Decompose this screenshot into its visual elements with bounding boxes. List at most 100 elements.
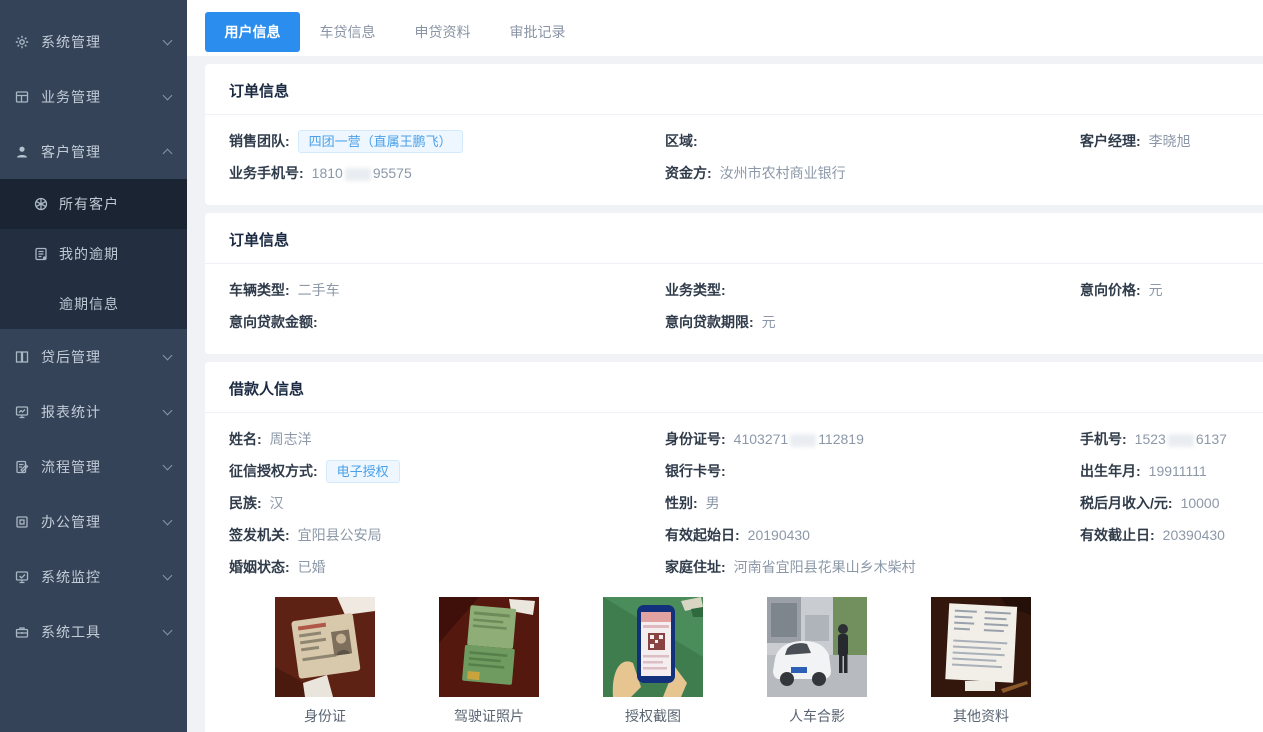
photo-item: 驾驶证照片 xyxy=(439,597,539,726)
field-label: 有效起始日: xyxy=(665,525,740,545)
field-value: 汉 xyxy=(270,493,284,513)
grid-icon xyxy=(14,89,30,105)
sidebar-item-business-management[interactable]: 业务管理 xyxy=(0,69,187,124)
monitor-check-icon xyxy=(14,569,30,585)
chevron-down-icon xyxy=(163,625,173,635)
redacted-blur xyxy=(1168,434,1194,447)
sidebar-item-system-tools[interactable]: 系统工具 xyxy=(0,604,187,659)
borrower-info-card: 借款人信息 姓名: 周志洋 身份证号: 4103271112819 手机号: 1… xyxy=(205,362,1263,732)
tab-bar: 用户信息 车贷信息 申贷资料 审批记录 xyxy=(187,0,1263,56)
chevron-down-icon xyxy=(163,90,173,100)
sidebar-item-label: 我的逾期 xyxy=(59,244,119,264)
chevron-down-icon xyxy=(163,405,173,415)
field-label: 销售团队: xyxy=(229,131,290,151)
photo-qr-authorization[interactable] xyxy=(603,597,703,697)
field-label: 手机号: xyxy=(1080,429,1127,449)
redacted-blur xyxy=(790,434,816,447)
field-label: 身份证号: xyxy=(665,429,726,449)
sidebar-item-label: 客户管理 xyxy=(41,142,164,162)
sales-team-tag[interactable]: 四团一营（直属王鹏飞） xyxy=(298,130,463,153)
field-label: 客户经理: xyxy=(1080,131,1141,151)
user-icon xyxy=(14,144,30,160)
sidebar-item-customer-management[interactable]: 客户管理 xyxy=(0,124,187,179)
field-label: 签发机关: xyxy=(229,525,290,545)
field-value: 4103271112819 xyxy=(734,431,864,447)
card-title: 借款人信息 xyxy=(205,362,1263,413)
field-label: 区域: xyxy=(665,131,698,151)
chevron-down-icon xyxy=(163,515,173,525)
photo-caption: 人车合影 xyxy=(767,706,867,726)
sidebar-item-system-management[interactable]: 系统管理 xyxy=(0,14,187,69)
main-content: 用户信息 车贷信息 申贷资料 审批记录 订单信息 销售团队: 四团一营（直属王鹏… xyxy=(187,0,1263,732)
sidebar-item-office-management[interactable]: 办公管理 xyxy=(0,494,187,549)
photo-caption: 其他资料 xyxy=(931,706,1031,726)
sidebar-item-label: 所有客户 xyxy=(59,194,119,214)
order-info-card: 订单信息 销售团队: 四团一营（直属王鹏飞） 区域: 客户经理: 李晓旭 xyxy=(205,64,1263,205)
tab-approval-records[interactable]: 审批记录 xyxy=(490,12,585,52)
field-label: 税后月收入/元: xyxy=(1080,493,1173,513)
sidebar-item-label: 业务管理 xyxy=(41,87,164,107)
photo-person-car[interactable] xyxy=(767,597,867,697)
photo-id-card[interactable] xyxy=(275,597,375,697)
sidebar-item-postloan-management[interactable]: 贷后管理 xyxy=(0,329,187,384)
sidebar-item-report-statistics[interactable]: 报表统计 xyxy=(0,384,187,439)
photo-handwritten-document[interactable] xyxy=(931,597,1031,697)
tab-car-loan-info[interactable]: 车贷信息 xyxy=(300,12,395,52)
field-value: 河南省宜阳县花果山乡木柴村 xyxy=(734,557,916,577)
field-label: 业务类型: xyxy=(665,280,726,300)
field-value: 10000 xyxy=(1181,495,1220,511)
gear-icon xyxy=(14,34,30,50)
field-value: 181095575 xyxy=(312,165,412,181)
app-window: 系统管理 业务管理 客户管理 xyxy=(0,0,1263,732)
sidebar-item-process-management[interactable]: 流程管理 xyxy=(0,439,187,494)
clients-circle-icon xyxy=(33,196,49,212)
redacted-blur xyxy=(345,168,371,181)
sidebar-item-label: 报表统计 xyxy=(41,402,164,422)
chevron-up-icon xyxy=(163,149,173,159)
field-label: 民族: xyxy=(229,493,262,513)
field-label: 征信授权方式: xyxy=(229,461,318,481)
photo-item: 授权截图 xyxy=(603,597,703,726)
chevron-down-icon xyxy=(163,460,173,470)
sidebar-item-label: 贷后管理 xyxy=(41,347,164,367)
sidebar-item-system-monitor[interactable]: 系统监控 xyxy=(0,549,187,604)
loan-intent-card: 订单信息 车辆类型: 二手车 业务类型: 意向价格: 元 xyxy=(205,213,1263,354)
tab-user-info[interactable]: 用户信息 xyxy=(205,12,300,52)
field-value: 20390430 xyxy=(1163,527,1225,543)
sidebar-item-overdue-info[interactable]: 逾期信息 xyxy=(0,279,187,329)
notebook-icon xyxy=(33,246,49,262)
field-value: 已婚 xyxy=(298,557,326,577)
field-label: 性别: xyxy=(665,493,698,513)
field-label: 资金方: xyxy=(665,163,712,183)
sidebar-item-label: 系统管理 xyxy=(41,32,164,52)
field-value: 二手车 xyxy=(298,280,340,300)
photo-caption: 授权截图 xyxy=(603,706,703,726)
sidebar-item-label: 逾期信息 xyxy=(59,294,119,314)
toolbox-icon xyxy=(14,624,30,640)
sidebar-item-label: 流程管理 xyxy=(41,457,164,477)
tab-loan-application-docs[interactable]: 申贷资料 xyxy=(395,12,490,52)
field-value: 宜阳县公安局 xyxy=(298,525,382,545)
field-label: 意向价格: xyxy=(1080,280,1141,300)
photo-item: 身份证 xyxy=(275,597,375,726)
field-value: 男 xyxy=(706,493,720,513)
field-label: 车辆类型: xyxy=(229,280,290,300)
office-icon xyxy=(14,514,30,530)
field-label: 意向贷款期限: xyxy=(665,312,754,332)
monitor-icon xyxy=(14,404,30,420)
sidebar-item-label: 办公管理 xyxy=(41,512,164,532)
field-value: 周志洋 xyxy=(270,429,312,449)
photo-vehicle-license[interactable] xyxy=(439,597,539,697)
field-label: 婚姻状态: xyxy=(229,557,290,577)
card-title: 订单信息 xyxy=(205,213,1263,264)
field-label: 有效截止日: xyxy=(1080,525,1155,545)
photo-caption: 驾驶证照片 xyxy=(439,706,539,726)
sidebar-item-my-overdue[interactable]: 我的逾期 xyxy=(0,229,187,279)
credit-auth-tag: 电子授权 xyxy=(326,460,400,483)
chevron-down-icon xyxy=(163,570,173,580)
field-label: 家庭住址: xyxy=(665,557,726,577)
book-icon xyxy=(14,349,30,365)
card-title: 订单信息 xyxy=(205,64,1263,115)
chevron-down-icon xyxy=(163,350,173,360)
sidebar-item-all-customers[interactable]: 所有客户 xyxy=(0,179,187,229)
